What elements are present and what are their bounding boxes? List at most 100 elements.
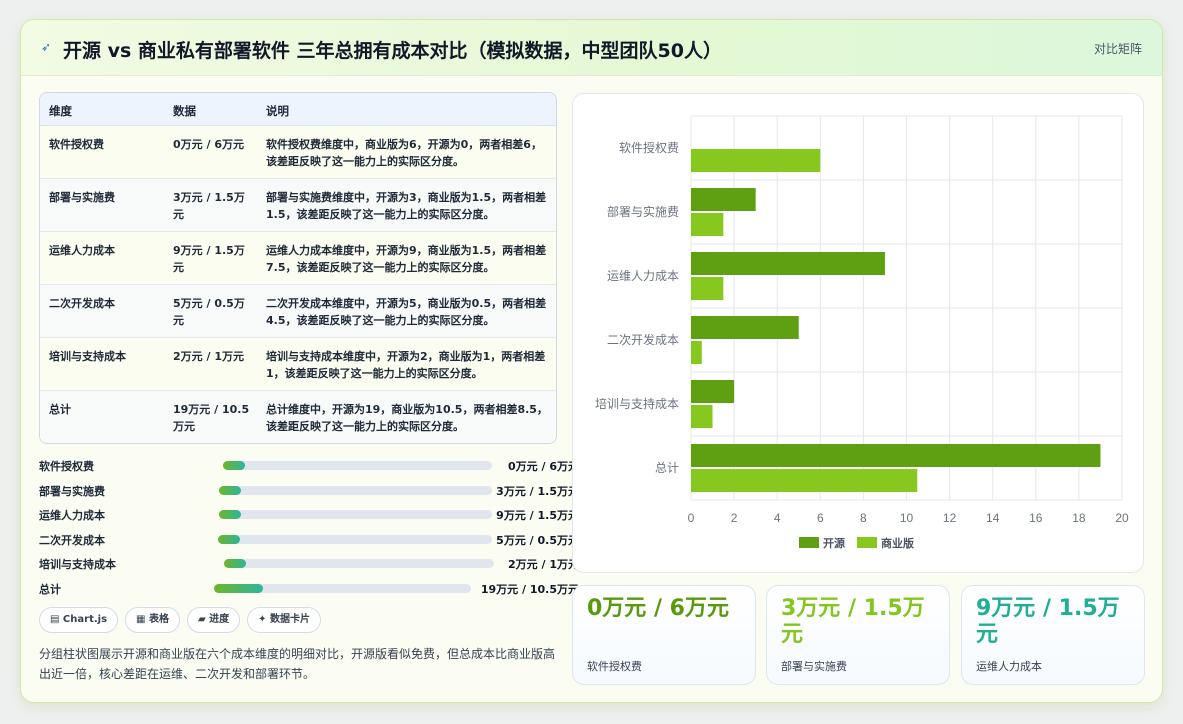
progress-label: 部署与实施费: [39, 484, 105, 498]
stat-value: 0万元 / 6万元: [587, 596, 729, 621]
x-tick-label: 10: [900, 511, 914, 525]
progress-fill: [223, 461, 245, 470]
progress-track: [214, 583, 471, 593]
progress-list: 软件授权费 0万元 / 6万元部署与实施费 3万元 / 1.5万元 运维人力成本 9万元…: [39, 456, 579, 604]
legend-swatch-open: [799, 537, 819, 548]
chip-data-cards[interactable]: ✦ 数据卡片: [247, 607, 322, 633]
progress-item: 培训与支持成本 2万元 / 1万元: [39, 554, 579, 579]
bar-commercial: [691, 469, 918, 492]
row-dimension: 运维人力成本: [49, 244, 115, 257]
bar-commercial: [691, 341, 702, 364]
stat-card: 9万元 / 1.5万元 运维人力成本: [961, 585, 1145, 685]
chip-table[interactable]: ▦ 表格: [125, 607, 180, 633]
y-category-label: 二次开发成本: [607, 332, 679, 347]
stat-label: 软件授权费: [587, 660, 642, 673]
progress-label: 二次开发成本: [39, 533, 105, 547]
table-row: 软件授权费 0万元 / 6万元 软件授权费维度中，商业版为6，开源为0，两者相差6，…: [40, 126, 556, 179]
col-header-dimension: 维度: [49, 104, 72, 118]
row-dimension: 部署与实施费: [49, 191, 115, 204]
summary-note: 分组柱状图展示开源和商业版在六个成本维度的明细对比，开源版看似免费，但总成本比商…: [39, 647, 556, 681]
progress-value: 19万元 / 10.5万元: [480, 582, 579, 596]
x-tick-label: 6: [817, 511, 824, 525]
row-desc: 运维人力成本维度中，开源为9，商业版为1.5，两者相差7.5，该差距反映了这一能…: [266, 244, 547, 274]
row-data: 9万元 / 1.5万元: [173, 244, 245, 274]
bar-open: [691, 188, 756, 211]
progress-track: [218, 534, 492, 544]
stat-card: 3万元 / 1.5万元部署与实施费: [766, 585, 950, 685]
table-row: 部署与实施费 3万元 / 1.5万元 部署与实施费维度中，开源为3，商业版为1.5，…: [40, 179, 556, 232]
progress-value: 5万元 / 0.5万元: [496, 533, 579, 547]
progress-label: 软件授权费: [39, 460, 94, 473]
row-dimension: 培训与支持成本: [49, 350, 126, 363]
bar-commercial: [691, 213, 724, 236]
y-category-label: 部署与实施费: [607, 204, 679, 219]
progress-fill: [214, 583, 263, 593]
progress-value: 0万元 / 6万元: [508, 460, 579, 473]
progress-item: 部署与实施费 3万元 / 1.5万元: [39, 481, 579, 506]
row-desc: 总计维度中，开源为19，商业版为10.5，两者相差8.5，该差距反映了这一能力上…: [266, 403, 548, 433]
progress-item: 运维人力成本 9万元 / 1.5万元: [39, 505, 579, 530]
bar-open: [691, 444, 1101, 467]
bar-open: [691, 380, 735, 403]
x-tick-label: 20: [1115, 511, 1129, 525]
row-dimension: 总计: [49, 403, 71, 416]
chip-chartjs[interactable]: ▤ Chart.js: [39, 607, 119, 633]
comet-icon: ➶: [41, 40, 52, 54]
stat-label: 部署与实施费: [781, 660, 847, 673]
bar-commercial: [691, 277, 724, 300]
comparison-table: 维度 数据 说明 软件授权费 0万元 / 6万元 软件授权费维度中，商业版为6，开源…: [39, 92, 557, 444]
progress-fill: [224, 559, 246, 569]
progress-label: 总计: [39, 582, 61, 596]
row-data: 0万元 / 6万元: [173, 138, 244, 151]
col-header-data: 数据: [173, 104, 196, 118]
stat-card: 0万元 / 6万元软件授权费: [572, 585, 756, 685]
progress-track: [224, 559, 494, 569]
progress-item: 软件授权费 0万元 / 6万元: [39, 456, 579, 481]
chart-svg: 0 2 4 6 8 10 12 14 16 18 20 软件授权费部署与实施费运维人力成本二次开发成本…: [595, 115, 1129, 550]
progress-track: [219, 510, 492, 520]
main-card: ➶ 开源 vs 商业私有部署软件 三年总拥有成本对比（模拟数据，中型团队50人）…: [20, 19, 1163, 703]
progress-fill: [219, 485, 241, 495]
table-row: 总计 19万元 / 10.5万元 总计维度中，开源为19，商业版为10.5，两者相差…: [40, 391, 556, 443]
col-header-desc: 说明: [266, 104, 289, 118]
stat-value: 3万元 / 1.5万元: [781, 596, 925, 647]
legend-label: 开源: [823, 536, 845, 550]
chip-progress[interactable]: ▰ 进度: [186, 607, 241, 633]
y-category-label: 培训与支持成本: [595, 396, 679, 411]
x-tick-label: 8: [860, 511, 867, 525]
progress-value: 2万元 / 1万元: [508, 558, 579, 572]
bar-chart: 0 2 4 6 8 10 12 14 16 18 20 软件授权费 部署与实施费 运维人力成本 二次开发成本…: [572, 93, 1144, 573]
bar-open: [691, 316, 799, 339]
x-tick-label: 12: [943, 511, 957, 525]
x-tick-label: 4: [774, 511, 781, 525]
row-desc: 二次开发成本维度中，开源为5，商业版为0.5，两者相差4.5，该差距反映了这一能…: [266, 297, 547, 327]
y-category-label: 运维人力成本: [607, 269, 679, 283]
row-dimension: 二次开发成本: [49, 297, 115, 310]
y-category-label: 总计: [655, 461, 679, 475]
row-data: 3万元 / 1.5万元: [173, 191, 245, 221]
bar-commercial: [691, 149, 821, 172]
row-data: 5万元 / 0.5万元: [173, 297, 245, 327]
x-tick-label: 16: [1029, 511, 1043, 525]
view-tag[interactable]: 对比矩阵: [1094, 40, 1142, 57]
row-desc: 软件授权费维度中，商业版为6，开源为0，两者相差6，该差距反映了这一能力上的实际…: [266, 138, 542, 168]
table-row: 培训与支持成本 2万元 / 1万元 培训与支持成本维度中，开源为2，商业版为1，两者…: [40, 338, 556, 391]
progress-label: 运维人力成本: [39, 509, 105, 523]
table-row: 运维人力成本 9万元 / 1.5万元 运维人力成本维度中，开源为9，商业版为1.5，…: [40, 232, 556, 285]
tech-chips: ▤ Chart.js ▦ 表格 ▰ 进度 ✦ 数据卡片: [39, 607, 322, 633]
legend-swatch-commercial: [857, 537, 877, 548]
bar-commercial: [691, 405, 713, 428]
progress-fill: [219, 510, 241, 520]
progress-fill: [218, 534, 240, 544]
row-desc: 部署与实施费维度中，开源为3，商业版为1.5，两者相差1.5，该差距反映了这一能…: [266, 191, 547, 221]
table-row: 二次开发成本 5万元 / 0.5万元 二次开发成本维度中，开源为5，商业版为0.5，…: [40, 285, 556, 338]
x-tick-label: 14: [986, 511, 1000, 525]
y-category-label: 软件授权费: [619, 140, 679, 155]
x-tick-label: 18: [1072, 511, 1086, 525]
progress-track: [223, 461, 492, 470]
row-desc: 培训与支持成本维度中，开源为2，商业版为1，两者相差1，该差距反映了这一能力上的…: [266, 350, 546, 380]
progress-label: 培训与支持成本: [39, 558, 116, 572]
x-tick-label: 2: [731, 511, 738, 525]
row-data: 19万元 / 10.5万元: [173, 403, 250, 433]
table-body: 软件授权费 0万元 / 6万元 软件授权费维度中，商业版为6，开源为0，两者相差6，…: [40, 126, 556, 443]
